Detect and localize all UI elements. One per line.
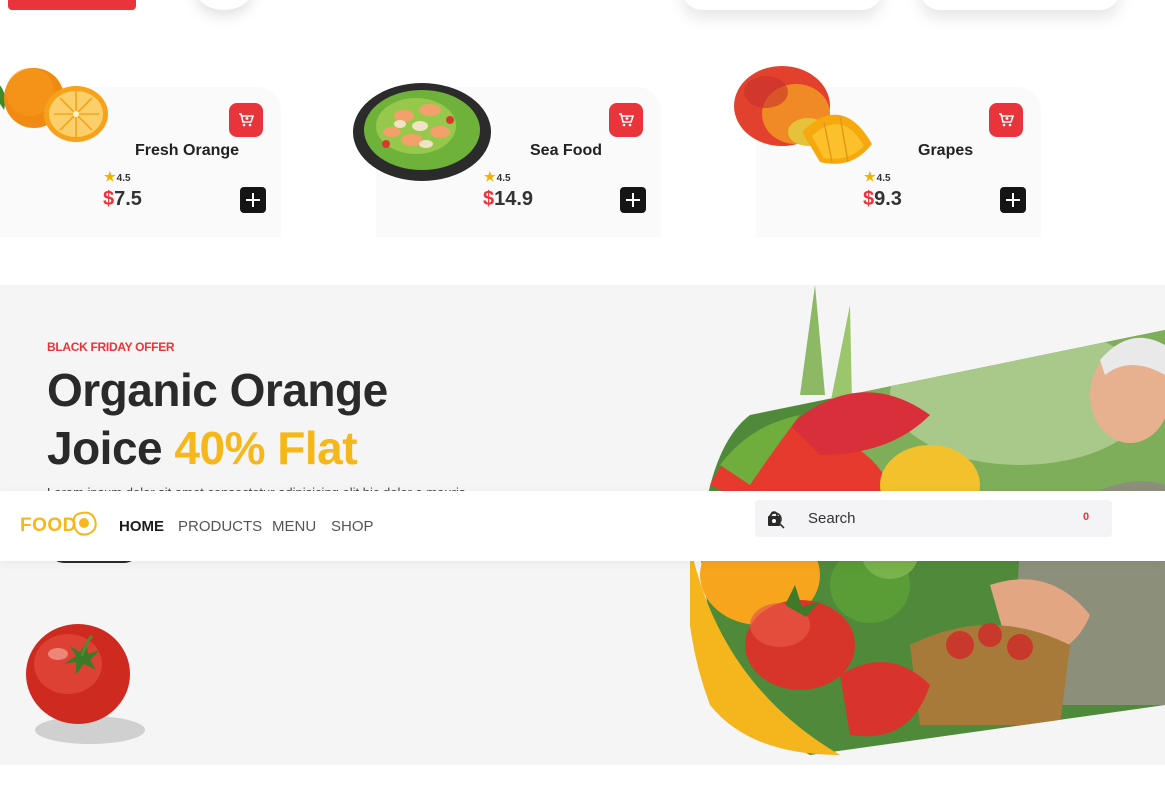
star-icon: ★ [104,169,116,184]
add-to-cart-button[interactable] [609,103,643,137]
product-name: Grapes [918,142,974,159]
navbar: FOOD HOME PRODUCTS MENU SHOP Search 0 [0,491,1165,561]
currency-symbol: $ [863,188,875,210]
search-input[interactable]: Search [808,510,856,527]
partial-slider-controls [920,0,1120,10]
orange-image [0,68,108,142]
currency-symbol: $ [103,188,115,210]
add-to-cart-button[interactable] [989,103,1023,137]
rating-value: 4.5 [116,173,131,184]
page-root: Fresh Orange ★4.5 $7.5 Sea Food ★4.5 $14… [0,0,1165,799]
product-price: $14.9 [483,188,533,211]
search-bar[interactable]: Search 0 [755,500,1112,537]
nav-home[interactable]: HOME [119,518,164,535]
mango-image [734,66,872,164]
currency-symbol: $ [483,188,495,210]
cart-icon [619,113,634,127]
logo[interactable]: FOOD [20,515,77,537]
price-value: 9.3 [874,188,902,210]
hero-title-line2: Joice 40% Flat [47,419,388,477]
cart-icon [999,113,1014,127]
cart-count-badge: 0 [1083,511,1090,523]
price-value: 14.9 [494,188,534,210]
tomato-image [26,624,145,744]
product-price: $9.3 [863,188,902,211]
nav-shop[interactable]: SHOP [331,518,374,535]
nav-menu[interactable]: MENU [272,518,316,535]
add-button[interactable] [620,187,646,213]
add-to-cart-button[interactable] [229,103,263,137]
partial-round-button[interactable] [196,0,252,10]
hero-title-highlight: 40% Flat [174,422,358,474]
seafood-plate-image [353,83,491,181]
partial-slider-controls [682,0,882,10]
product-price: $7.5 [103,188,142,211]
offer-tag: BLACK FRIDAY OFFER [47,340,175,354]
nav-products[interactable]: PRODUCTS [178,518,262,535]
egg-logo-icon [72,511,97,536]
cart-icon [239,113,254,127]
hero-title: Organic Orange Joice 40% Flat [47,361,388,477]
product-name: Sea Food [530,142,603,159]
hero-title-word: Joice [47,422,163,474]
price-value: 7.5 [114,188,142,210]
add-button[interactable] [1000,187,1026,213]
add-button[interactable] [240,187,266,213]
rating-value: 4.5 [496,173,511,184]
rating-value: 4.5 [876,173,891,184]
product-name: Fresh Orange [135,142,240,159]
partial-red-button[interactable] [8,0,136,10]
shopping-bag-icon[interactable] [767,511,781,527]
hero-title-line1: Organic Orange [47,364,388,416]
product-rating: ★4.5 [104,169,131,185]
